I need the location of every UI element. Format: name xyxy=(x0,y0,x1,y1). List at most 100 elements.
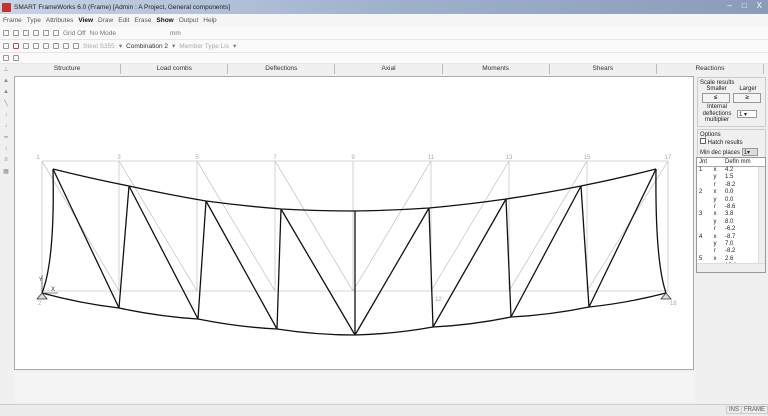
support-icon[interactable]: ⊥ xyxy=(3,66,8,73)
menu-output[interactable]: Output xyxy=(179,17,199,24)
table-row[interactable]: y 0.0 xyxy=(697,197,765,204)
node-label: 11 xyxy=(428,155,435,161)
minimize-button[interactable]: – xyxy=(727,1,731,10)
menu-show[interactable]: Show xyxy=(156,17,173,24)
tab-reactions[interactable]: Reactions xyxy=(657,64,764,74)
menu-attributes[interactable]: Attributes xyxy=(46,17,73,24)
title-bar: SMART FrameWorks 6.0 (Frame) [Admin : A … xyxy=(0,0,768,14)
menu-edit[interactable]: Edit xyxy=(118,17,129,24)
new-icon[interactable] xyxy=(3,30,9,36)
dim-icon[interactable]: ↕ xyxy=(5,146,8,152)
open-icon[interactable] xyxy=(13,30,19,36)
table-row[interactable]: r -8.6 xyxy=(697,204,765,211)
table-row[interactable]: y 1.5 xyxy=(697,174,765,181)
deformed-vertical xyxy=(655,168,667,294)
value-cell: -8.6 xyxy=(725,203,736,210)
multiplier-select[interactable]: 1 ▾ xyxy=(737,109,757,118)
value-cell: 0.0 xyxy=(725,189,734,196)
menu-frame[interactable]: Frame xyxy=(3,17,22,24)
tab-axial[interactable]: Axial xyxy=(335,64,443,74)
zoom-out-icon[interactable] xyxy=(33,43,39,49)
horizontal-scrollbar[interactable] xyxy=(697,263,765,272)
status-ins: INS xyxy=(726,406,743,414)
table-row[interactable]: 4 x -8.7 xyxy=(697,234,765,241)
combination-select[interactable]: Combination 2 xyxy=(126,43,168,50)
grid-toggle[interactable]: Grid Off xyxy=(63,30,86,37)
table-row[interactable]: 2 x 0.0 xyxy=(697,189,765,196)
arrow-icon[interactable]: ↓ xyxy=(5,123,8,129)
load-icon[interactable]: ▲ xyxy=(3,89,9,95)
original-diagonal xyxy=(508,160,588,292)
smaller-button[interactable]: ≤ xyxy=(701,93,730,103)
chevron-down-icon[interactable]: ▾ xyxy=(119,42,122,50)
material-select[interactable]: Steel S355 xyxy=(83,43,115,50)
menu-view[interactable]: View xyxy=(78,17,93,24)
larger-button[interactable]: ≥ xyxy=(733,93,762,103)
value-cell: -8.7 xyxy=(725,233,736,240)
list-icon[interactable]: ≡ xyxy=(4,157,8,163)
joint-cell: 1 xyxy=(699,167,703,173)
menu-erase[interactable]: Erase xyxy=(134,17,151,24)
menu-draw[interactable]: Draw xyxy=(98,17,113,24)
hatch-checkbox[interactable] xyxy=(700,137,706,144)
status-bar: INS FRAME xyxy=(0,404,768,416)
print-icon[interactable] xyxy=(43,30,49,36)
chevron-down-icon[interactable]: ▾ xyxy=(172,42,175,50)
tab-deflections[interactable]: Deflections xyxy=(228,64,336,74)
table-row[interactable]: y 8.0 xyxy=(697,219,765,226)
deformed-diagonal xyxy=(205,200,278,330)
axis-cell: x xyxy=(713,211,717,218)
node-label: 3 xyxy=(117,155,121,161)
multiplier-label: multiplier xyxy=(704,117,729,123)
tab-structure[interactable]: Structure xyxy=(14,64,122,74)
maximize-button[interactable]: □ xyxy=(742,1,747,10)
table-row[interactable]: r -8.2 xyxy=(697,248,765,255)
load-icon[interactable]: ▲ xyxy=(3,78,9,84)
node-label: 16 xyxy=(670,301,677,307)
table-row[interactable]: y 7.0 xyxy=(697,241,765,248)
min-dec-select[interactable]: 1▾ xyxy=(741,147,758,156)
deformed-vertical xyxy=(197,200,207,320)
menu-type[interactable]: Type xyxy=(27,17,41,24)
frame-icon[interactable] xyxy=(13,43,19,49)
tab-moments[interactable]: Moments xyxy=(443,64,550,74)
status-mode: FRAME xyxy=(741,406,768,414)
joint-cell xyxy=(697,219,709,226)
axis-cell: y xyxy=(713,240,717,247)
arrow-icon[interactable]: ↓ xyxy=(5,112,8,118)
table-row[interactable]: 3 x 3.8 xyxy=(697,211,765,218)
member-type-select[interactable]: Member Type Lis xyxy=(179,43,229,50)
chevron-down-icon[interactable]: ▾ xyxy=(233,42,236,50)
header-axis xyxy=(709,158,721,166)
tab-load-combs[interactable]: Load combs xyxy=(121,64,229,74)
tab-shears[interactable]: Shears xyxy=(550,64,657,74)
drawing-canvas[interactable]: 1 3 5 7 9 11 13 15 17 2 12 16 X Y xyxy=(14,76,694,370)
zoom-window-icon[interactable] xyxy=(53,43,59,49)
header-deflection[interactable]: Defln mm xyxy=(721,158,751,166)
grid-icon[interactable]: ▦ xyxy=(3,168,9,175)
member-icon[interactable]: ╲ xyxy=(4,100,8,107)
measure-icon[interactable] xyxy=(3,55,9,61)
table-row[interactable]: r -8.2 xyxy=(697,182,765,189)
dimension-icon[interactable] xyxy=(13,55,19,61)
table-row[interactable]: 5 x 2.6 xyxy=(697,256,765,263)
close-button[interactable]: X xyxy=(757,1,762,10)
vertical-scrollbar[interactable] xyxy=(758,167,765,264)
settings-icon[interactable] xyxy=(53,30,59,36)
redo-icon[interactable] xyxy=(73,43,79,49)
left-toolbar: ⊥ ▲ ▲ ╲ ↓ ↓ ━ ↕ ≡ ▦ xyxy=(0,64,12,374)
deformed-top-chord xyxy=(52,168,657,212)
rotate-icon[interactable] xyxy=(43,43,49,49)
table-row[interactable]: r -6.2 xyxy=(697,226,765,233)
save-icon[interactable] xyxy=(23,30,29,36)
select-icon[interactable] xyxy=(3,43,9,49)
header-joint[interactable]: Jnt xyxy=(697,158,709,166)
multiplier-value: 1 xyxy=(739,111,743,118)
delete-icon[interactable] xyxy=(33,30,39,36)
table-row[interactable]: 1 x 4.2 xyxy=(697,167,765,174)
table-header: Jnt Defln mm xyxy=(697,158,765,167)
line-icon[interactable]: ━ xyxy=(4,134,8,141)
menu-help[interactable]: Help xyxy=(203,17,216,24)
zoom-in-icon[interactable] xyxy=(23,43,29,49)
undo-icon[interactable] xyxy=(63,43,69,49)
